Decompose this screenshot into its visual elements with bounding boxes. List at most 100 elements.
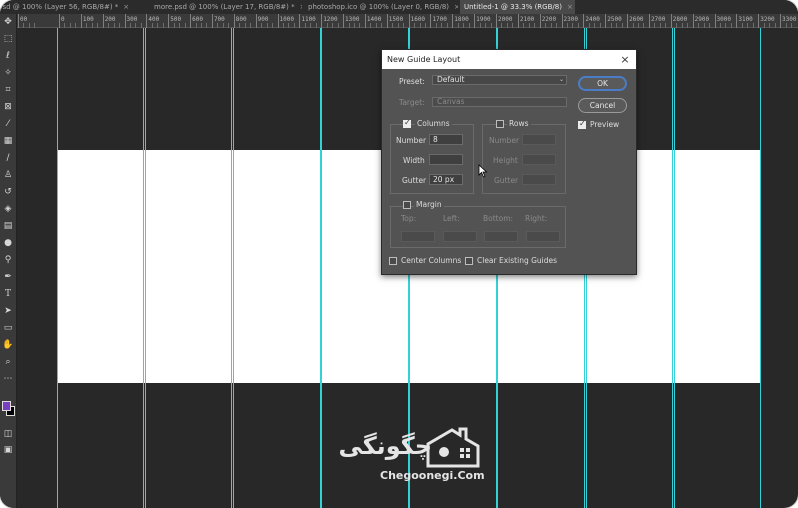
preview-label: Preview [590,120,620,129]
ruler-tick [736,14,738,28]
marquee-icon[interactable]: ⬚ [2,33,14,45]
shape-icon[interactable]: ▭ [2,322,14,334]
preset-label: Preset: [399,77,425,86]
frame-icon[interactable]: ⊠ [2,101,14,113]
move-icon[interactable]: ✥ [2,16,14,28]
ruler-minor-tick [75,23,77,28]
guide-line[interactable] [672,28,673,508]
lasso-icon[interactable]: ℓ [2,50,14,62]
ruler-tick [605,14,607,28]
tab-close-icon[interactable]: × [300,3,302,11]
ruler-minor-tick [244,23,246,28]
columns-width-input[interactable] [429,154,463,165]
tab-more[interactable]: more.psd @ 100% (Layer 17, RGB/8#) * × [150,0,302,14]
ruler-tick-label: 2700 [650,16,666,23]
ruler-minor-tick [162,23,164,28]
margin-top-input[interactable] [401,231,435,242]
ruler-tick-label: 2300 [563,16,578,23]
columns-number-input[interactable]: 8 [429,134,463,145]
tab-untitled-1[interactable]: Untitled-1 @ 33.3% (RGB/8) × [460,0,575,14]
tab-photoshop-ico[interactable]: photoshop.ico @ 100% (Layer 0, RGB/8) × [304,0,458,14]
mouse-cursor-icon [478,164,488,178]
columns-checkbox[interactable] [403,118,411,128]
type-icon[interactable]: T [2,288,14,300]
ruler-minor-tick [616,23,618,28]
ruler-minor-tick [184,23,186,28]
dodge-icon[interactable]: ⚲ [2,254,14,266]
ruler-tick [758,14,760,28]
tab-layer56[interactable]: psd @ 100% (Layer 56, RGB/8#) * × [0,0,144,14]
ruler-minor-tick [446,23,448,28]
guide-line[interactable] [231,28,232,508]
eyedropper-icon[interactable]: ⁄ [2,118,14,130]
ruler-tick [496,14,497,28]
hand-icon[interactable]: ✋ [2,339,14,351]
ruler-minor-tick [594,23,596,28]
ruler-tick [583,14,585,28]
more-icon[interactable]: ⋯ [2,373,14,385]
new-guide-layout-dialog: New Guide Layout × Preset: Default ⌄ Targ… [381,49,637,275]
gradient-icon[interactable]: ▤ [2,220,14,232]
ruler-minor-tick [610,23,612,28]
guide-line[interactable] [674,28,675,508]
guide-line[interactable] [145,28,146,508]
zoom-icon[interactable]: ⌕ [2,356,14,368]
tab-close-icon[interactable]: × [123,3,129,11]
screen-mode-icon[interactable]: ▣ [2,444,14,456]
close-icon[interactable]: × [620,50,630,69]
tab-close-icon[interactable]: × [454,3,458,11]
ruler-minor-tick [315,23,317,28]
margin-bottom-label: Bottom: [483,214,514,223]
margin-right-input[interactable] [526,231,560,242]
ruler-minor-tick [523,23,525,28]
target-select[interactable]: Canvas [432,97,567,107]
tab-close-icon[interactable]: × [567,3,573,11]
cancel-button[interactable]: Cancel [578,98,627,113]
ruler-tick [474,14,476,28]
rows-gutter-input[interactable] [522,174,556,185]
magic-wand-icon[interactable]: ✧ [2,67,14,79]
brush-icon[interactable]: ∕ [2,152,14,164]
ruler-minor-tick [113,23,115,28]
guide-line[interactable] [233,28,234,508]
rows-height-input[interactable] [522,154,556,165]
ruler-minor-tick [763,23,765,28]
ok-button[interactable]: OK [578,76,627,91]
crop-icon[interactable]: ⌗ [2,84,14,96]
ruler-tick-label: 3300 [782,16,797,23]
preview-checkbox[interactable] [578,119,586,129]
ruler-tick [343,14,345,28]
margin-left-input[interactable] [443,231,477,242]
rows-label: Rows [507,119,531,128]
ruler-minor-tick [741,23,743,28]
ruler-tick-label: 2100 [519,16,535,23]
ruler-minor-tick [359,23,361,28]
ruler-minor-tick [195,23,197,28]
preset-value: Default [437,75,465,84]
quick-mask-icon[interactable]: ◫ [2,428,14,440]
path-select-icon[interactable]: ➤ [2,305,14,317]
columns-gutter-input[interactable]: 20 px [429,174,463,185]
guide-line[interactable] [143,28,144,508]
margin-checkbox[interactable] [403,201,411,209]
guide-line[interactable] [57,28,58,508]
rows-checkbox[interactable] [496,120,504,128]
center-columns-checkbox[interactable] [389,257,397,265]
stamp-icon[interactable]: ♙ [2,169,14,181]
preset-select[interactable]: Default ⌄ [432,75,567,85]
rows-number-input[interactable] [522,134,556,145]
ruler-tick-label: 1200 [323,16,338,23]
eraser-icon[interactable]: ◈ [2,203,14,215]
ruler-tick-label: 100 [82,16,94,23]
history-brush-icon[interactable]: ↺ [2,186,14,198]
healing-icon[interactable]: ▦ [2,135,14,147]
ruler-minor-tick [457,23,459,28]
horizontal-ruler[interactable]: 00 0 100 200 300 400 500 600 700 800 900 1000 1100 12… [16,14,798,28]
clear-guides-checkbox[interactable] [465,257,473,265]
foreground-color-swatch[interactable] [2,401,11,411]
pen-icon[interactable]: ✒ [2,271,14,283]
guide-line[interactable] [760,28,761,508]
margin-bottom-input[interactable] [484,231,518,242]
blur-icon[interactable]: ● [2,237,14,249]
ruler-minor-tick [687,23,689,28]
